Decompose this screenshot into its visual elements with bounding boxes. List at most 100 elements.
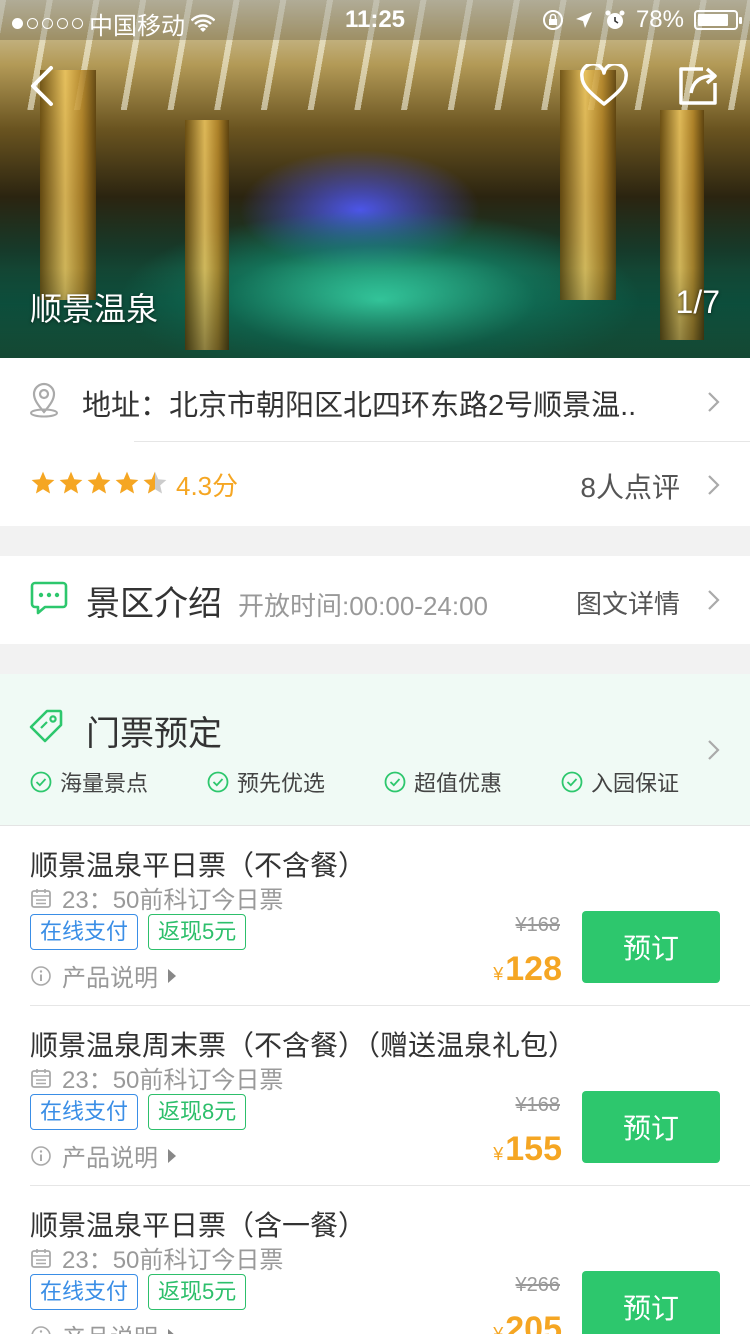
orientation-lock-icon — [542, 10, 563, 30]
product-description-link[interactable]: 产品说明 — [30, 1318, 176, 1334]
feature-label: 海量景点 — [60, 771, 149, 796]
booking-deadline: 23：50前科订今日票 — [30, 1060, 283, 1095]
feature-label: 预先优选 — [237, 771, 326, 796]
status-bar: 中国移动 11:25 78% — [0, 0, 750, 40]
address-row[interactable]: 地址：北京市朝阳区北四环东路2号顺景温.. — [0, 358, 750, 442]
feature-list: 海量景点 预先优选 超值优惠 入园保证 — [30, 766, 690, 796]
feature-label: 超值优惠 — [414, 771, 503, 796]
booking-deadline: 23：50前科订今日票 — [30, 880, 283, 915]
heart-icon — [580, 64, 628, 106]
battery-percent: 78% — [635, 6, 684, 33]
location-pin-icon — [30, 382, 58, 418]
review-count: 8人点评 — [580, 472, 680, 503]
star-icon — [115, 471, 139, 494]
booking-deadline: 23：50前科订今日票 — [30, 1240, 283, 1275]
favorite-button[interactable] — [576, 58, 632, 114]
price-value: 155 — [505, 1130, 562, 1168]
chevron-right-icon — [708, 590, 720, 610]
rating-row[interactable]: 4.3分 8人点评 — [0, 442, 750, 526]
location-arrow-icon — [575, 12, 592, 28]
sale-price: ¥ 155 — [493, 1130, 562, 1169]
check-circle-icon — [30, 771, 52, 793]
star-icon — [59, 471, 83, 494]
share-button[interactable] — [670, 58, 726, 114]
back-button[interactable] — [14, 58, 70, 114]
currency-symbol: ¥ — [493, 964, 504, 984]
ticket-tags: 在线支付 返现5元 — [30, 914, 247, 950]
feature-item: 入园保证 — [561, 766, 679, 798]
product-description-label: 产品说明 — [62, 1145, 158, 1172]
hero-title: 顺景温泉 — [30, 291, 159, 327]
star-icon — [87, 471, 111, 494]
book-button[interactable]: 预订 — [582, 911, 720, 983]
detail-link[interactable]: 图文详情 — [576, 584, 680, 621]
rating-score: 4.3分 — [176, 471, 239, 501]
check-circle-icon — [384, 771, 406, 793]
calendar-icon — [31, 1248, 51, 1268]
online-pay-badge: 在线支付 — [30, 1094, 139, 1130]
battery-icon — [694, 10, 742, 30]
product-description-label: 产品说明 — [62, 1318, 158, 1334]
info-icon — [31, 965, 51, 986]
online-pay-badge: 在线支付 — [30, 1274, 139, 1310]
ticket-booking-header[interactable]: 门票预定 海量景点 预先优选 超值优惠 入园保证 — [0, 674, 750, 826]
original-price: ¥168 — [515, 1094, 561, 1116]
cashback-badge: 返现5元 — [148, 914, 247, 950]
price-value: 205 — [505, 1310, 562, 1334]
hero-image[interactable]: 中国移动 11:25 78% 顺景温泉 1/7 — [0, 0, 750, 358]
scenic-intro-row[interactable]: 景区介绍 开放时间:00:00-24:00 图文详情 — [0, 556, 750, 644]
share-icon — [679, 67, 717, 105]
original-price: ¥168 — [515, 914, 561, 936]
opening-hours: 开放时间:00:00-24:00 — [238, 591, 489, 621]
back-arrow-icon — [31, 66, 53, 106]
book-button[interactable]: 预订 — [582, 1271, 720, 1334]
ticket-tags: 在线支付 返现5元 — [30, 1274, 247, 1310]
ticket-name: 顺景温泉平日票（含一餐） — [30, 1210, 367, 1241]
caret-right-icon — [168, 968, 176, 983]
currency-symbol: ¥ — [493, 1144, 504, 1164]
ticket-item[interactable]: 顺景温泉平日票（含一餐） 23：50前科订今日票 在线支付 返现5元 产品说明 … — [0, 1186, 750, 1334]
feature-item: 预先优选 — [207, 766, 325, 798]
caret-right-icon — [168, 1328, 176, 1334]
info-icon — [31, 1145, 51, 1166]
deadline-text: 23：50前科订今日票 — [62, 1247, 284, 1274]
product-description-link[interactable]: 产品说明 — [30, 1138, 176, 1173]
chevron-right-icon — [708, 740, 720, 760]
chat-bubble-icon — [30, 581, 68, 615]
chevron-right-icon — [708, 392, 720, 412]
feature-item: 海量景点 — [30, 766, 148, 798]
chevron-right-icon — [708, 475, 720, 495]
info-icon — [31, 1325, 51, 1334]
photo-counter: 1/7 — [675, 284, 720, 320]
intro-title: 景区介绍 — [86, 585, 222, 623]
ticket-item[interactable]: 顺景温泉周末票（不含餐）（赠送温泉礼包） 23：50前科订今日票 在线支付 返现… — [0, 1006, 750, 1186]
online-pay-badge: 在线支付 — [30, 914, 139, 950]
ticket-name: 顺景温泉平日票（不含餐） — [30, 850, 367, 881]
book-button[interactable]: 预订 — [582, 1091, 720, 1163]
cashback-badge: 返现5元 — [148, 1274, 247, 1310]
star-icon — [31, 471, 55, 494]
caret-right-icon — [168, 1148, 176, 1163]
sale-price: ¥ 128 — [493, 950, 562, 989]
alarm-icon — [605, 10, 625, 29]
ticket-item[interactable]: 顺景温泉平日票（不含餐） 23：50前科订今日票 在线支付 返现5元 产品说明 … — [0, 826, 750, 1006]
original-price: ¥266 — [515, 1274, 561, 1296]
product-description-link[interactable]: 产品说明 — [30, 958, 176, 993]
deadline-text: 23：50前科订今日票 — [62, 1067, 284, 1094]
ticket-name: 顺景温泉周末票（不含餐）（赠送温泉礼包） — [30, 1030, 577, 1061]
cashback-badge: 返现8元 — [148, 1094, 247, 1130]
ticket-booking-title: 门票预定 — [86, 715, 222, 753]
info-card: 地址：北京市朝阳区北四环东路2号顺景温.. 4.3分 8人点评 — [0, 358, 750, 526]
ticket-list: 顺景温泉平日票（不含餐） 23：50前科订今日票 在线支付 返现5元 产品说明 … — [0, 826, 750, 1334]
sale-price: ¥ 205 — [493, 1310, 562, 1334]
check-circle-icon — [561, 771, 583, 793]
star-rating — [30, 470, 168, 496]
check-circle-icon — [207, 771, 229, 793]
star-half-icon — [143, 471, 167, 494]
ticket-tag-icon — [29, 709, 63, 743]
calendar-icon — [31, 1068, 51, 1088]
currency-symbol: ¥ — [493, 1324, 504, 1334]
address-text: 地址：北京市朝阳区北四环东路2号顺景温.. — [82, 390, 637, 422]
calendar-icon — [31, 888, 51, 908]
product-description-label: 产品说明 — [62, 965, 158, 992]
